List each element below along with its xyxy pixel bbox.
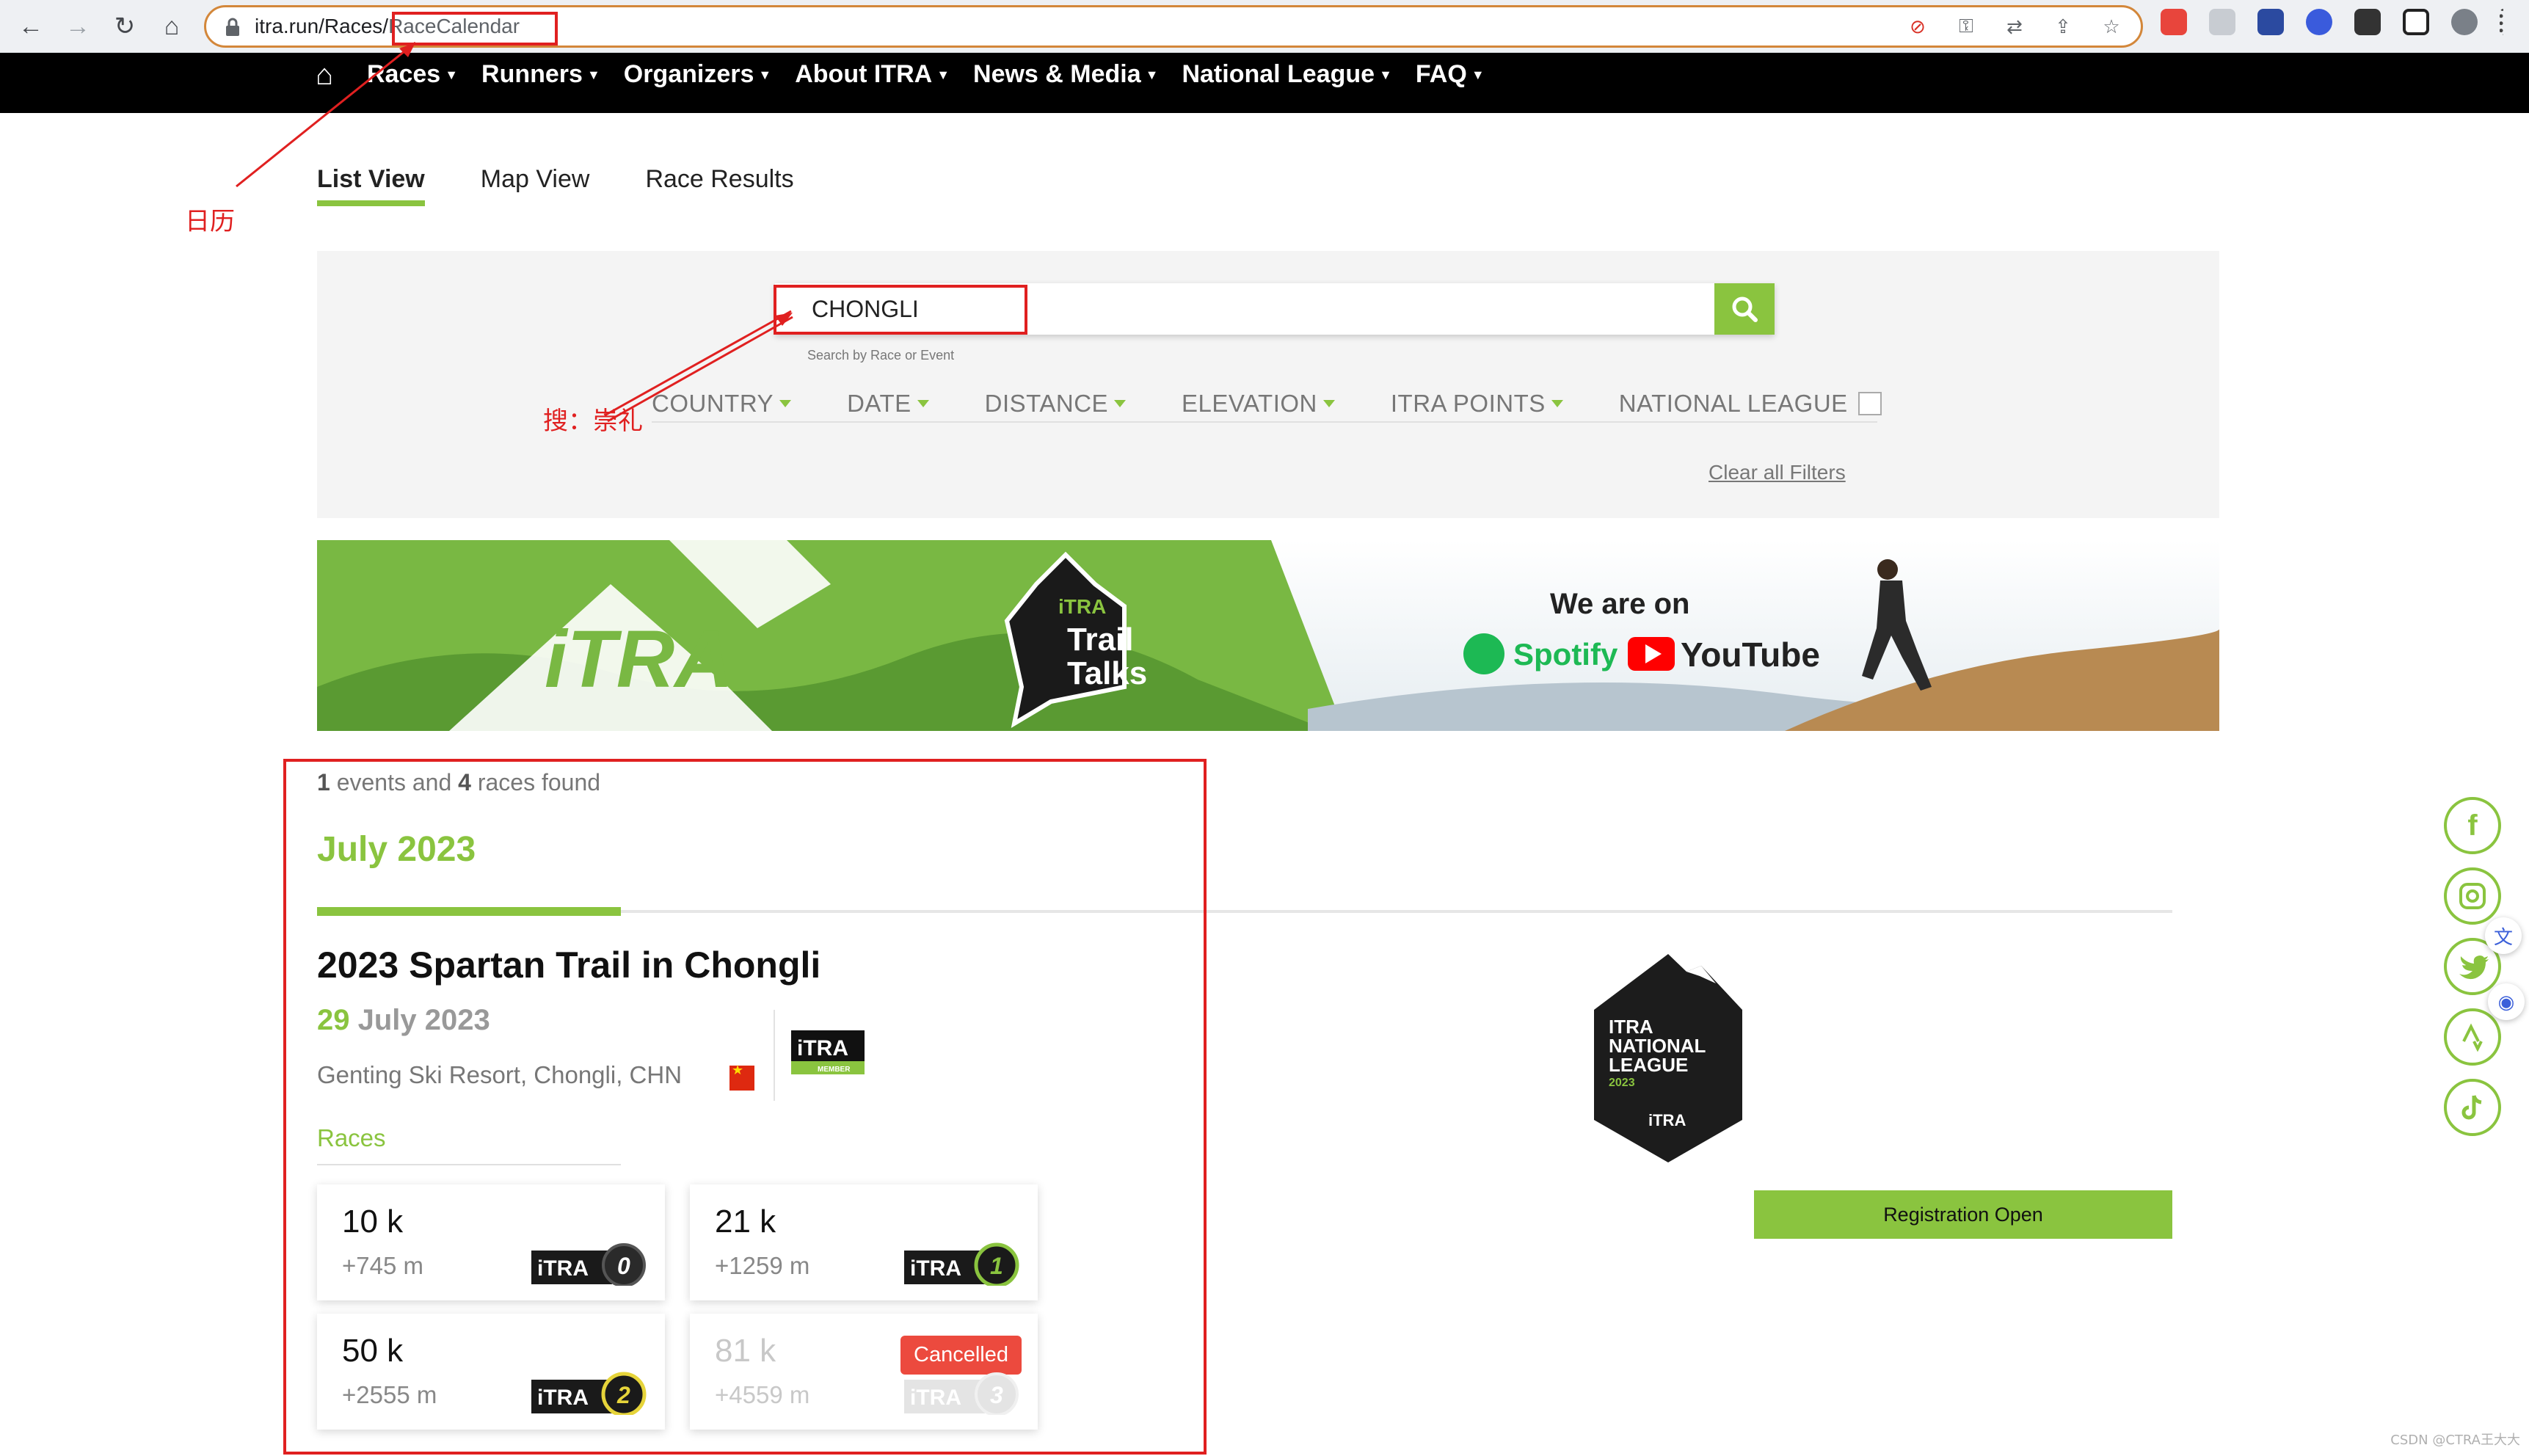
sidepanel-icon[interactable]	[2403, 9, 2429, 35]
bookmark-star-icon[interactable]: ☆	[2100, 15, 2123, 38]
back-icon[interactable]: ←	[15, 10, 47, 43]
clear-filters-link[interactable]: Clear all Filters	[1709, 461, 1846, 484]
page: ← → ↻ ⌂ itra.run/Races/RaceCalendar ⊘ ⚿ …	[0, 0, 2529, 1456]
extension-blue-icon[interactable]	[2257, 9, 2284, 35]
filter-itra-points[interactable]: ITRA POINTS	[1391, 390, 1563, 418]
menu-dots-icon[interactable]	[2500, 9, 2507, 35]
search-button[interactable]	[1714, 283, 1775, 335]
svg-text:iTRA: iTRA	[1648, 1111, 1686, 1129]
extension-red-icon[interactable]	[2161, 9, 2187, 35]
nav-organizers[interactable]: Organizers ▼	[624, 60, 771, 89]
home-icon[interactable]: ⌂	[156, 10, 188, 43]
filter-national-league[interactable]: NATIONAL LEAGUE	[1619, 390, 1882, 418]
filter-country[interactable]: COUNTRY	[652, 390, 792, 418]
svg-text:Trail: Trail	[1067, 622, 1134, 658]
registration-open-button[interactable]: Registration Open	[1754, 1190, 2172, 1239]
watermark: CSDN @CTRA王大大	[2390, 1433, 2520, 1448]
forward-icon[interactable]: →	[62, 10, 94, 43]
filter-bar: COUNTRY DATE DISTANCE ELEVATION ITRA POI…	[652, 386, 1882, 423]
key-icon[interactable]: ⚿	[1954, 15, 1978, 38]
strava-icon[interactable]	[2444, 1008, 2501, 1066]
filter-distance[interactable]: DISTANCE	[985, 390, 1127, 418]
svg-text:We are on: We are on	[1550, 588, 1689, 620]
svg-text:YouTube: YouTube	[1681, 636, 1820, 674]
annotation-search-label: 搜：崇礼	[543, 407, 643, 436]
search-icon	[1732, 296, 1758, 322]
blocked-icon[interactable]: ⊘	[1906, 15, 1929, 38]
browser-toolbar: ← → ↻ ⌂ itra.run/Races/RaceCalendar ⊘ ⚿ …	[0, 0, 2529, 53]
annotation-box-search	[774, 285, 1027, 335]
search-panel: Search by Race or Event COUNTRY DATE DIS…	[317, 251, 2219, 518]
translate-icon[interactable]: ⇄	[2003, 15, 2026, 38]
translate-float-icon[interactable]: 文	[2485, 917, 2522, 954]
national-league-badge: ITRA NATIONAL LEAGUE 2023 iTRA	[1594, 954, 1742, 1162]
site-nav: ⌂ Races ▼ Runners ▼ Organizers ▼ About ITRA…	[0, 53, 2529, 113]
svg-text:LEAGUE: LEAGUE	[1609, 1054, 1688, 1076]
banner-graphic: iTRA iTRA Trail Talks We are on Spotify …	[317, 540, 2219, 731]
national-league-checkbox[interactable]	[1857, 392, 1882, 415]
profile-avatar[interactable]	[2451, 9, 2478, 35]
svg-text:iTRA: iTRA	[1058, 595, 1106, 618]
nav-races[interactable]: Races ▼	[367, 60, 458, 89]
tab-map-view[interactable]: Map View	[481, 165, 590, 194]
nav-runners[interactable]: Runners ▼	[481, 60, 600, 89]
trail-talks-banner[interactable]: iTRA iTRA Trail Talks We are on Spotify …	[317, 540, 2219, 731]
svg-text:iTRA: iTRA	[545, 614, 733, 705]
svg-text:Talks: Talks	[1067, 655, 1147, 691]
search-hint: Search by Race or Event	[807, 348, 955, 363]
instagram-icon[interactable]	[2444, 867, 2501, 925]
tab-race-results[interactable]: Race Results	[645, 165, 793, 194]
lock-icon	[226, 18, 239, 36]
filter-date[interactable]: DATE	[847, 390, 929, 418]
assistant-float-icon[interactable]: ◉	[2488, 983, 2525, 1020]
nav-about-itra[interactable]: About ITRA ▼	[795, 60, 950, 89]
share-icon[interactable]: ⇪	[2051, 15, 2075, 38]
extension-face-icon[interactable]	[2306, 9, 2332, 35]
svg-text:2023: 2023	[1609, 1077, 1635, 1089]
tab-list-view[interactable]: List View	[317, 165, 425, 206]
annotation-box-results	[283, 759, 1207, 1455]
filter-elevation[interactable]: ELEVATION	[1182, 390, 1335, 418]
facebook-icon[interactable]: f	[2444, 797, 2501, 854]
home-icon[interactable]: ⌂	[316, 59, 333, 92]
extension-shield-icon[interactable]	[2209, 9, 2235, 35]
puzzle-icon[interactable]	[2354, 9, 2381, 35]
nav-faq[interactable]: FAQ ▼	[1416, 60, 1485, 89]
reload-icon[interactable]: ↻	[109, 10, 141, 43]
view-tabs: List View Map View Race Results	[317, 165, 794, 206]
annotation-calendar-label: 日历	[185, 207, 235, 236]
tiktok-icon[interactable]	[2444, 1079, 2501, 1136]
nav-news-media[interactable]: News & Media ▼	[973, 60, 1158, 89]
nav-national-league[interactable]: National League ▼	[1182, 60, 1391, 89]
svg-text:Spotify: Spotify	[1513, 637, 1618, 671]
annotation-box-url	[392, 12, 558, 46]
